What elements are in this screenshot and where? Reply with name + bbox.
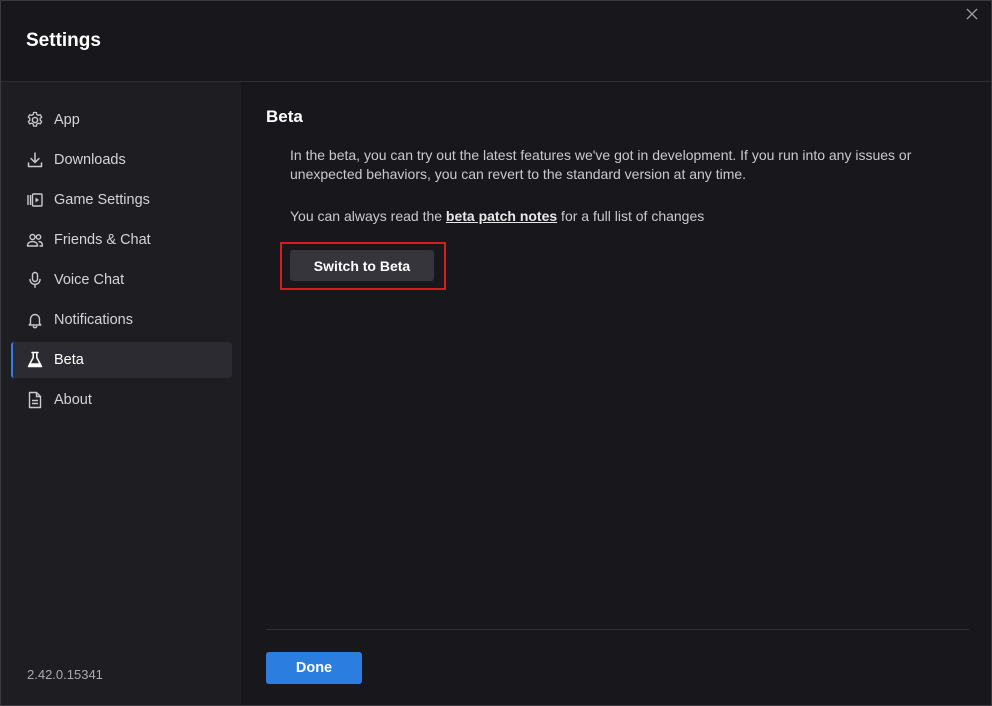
gear-icon bbox=[26, 111, 44, 129]
window-header: Settings bbox=[1, 1, 991, 82]
beta-description: In the beta, you can try out the latest … bbox=[290, 147, 912, 182]
sidebar-item-label: App bbox=[54, 112, 80, 128]
sidebar-item-app[interactable]: App bbox=[11, 102, 232, 138]
sidebar-item-label: Downloads bbox=[54, 152, 126, 168]
sidebar-item-label: Friends & Chat bbox=[54, 232, 151, 248]
download-icon bbox=[26, 151, 44, 169]
section-title: Beta bbox=[266, 107, 303, 126]
game-settings-icon bbox=[26, 191, 44, 209]
notes-suffix: for a full list of changes bbox=[557, 208, 705, 224]
window-title: Settings bbox=[26, 30, 101, 51]
beta-patch-notes-link[interactable]: beta patch notes bbox=[446, 208, 557, 224]
sidebar-item-downloads[interactable]: Downloads bbox=[11, 142, 232, 178]
version-label: 2.42.0.15341 bbox=[27, 667, 103, 682]
done-button[interactable]: Done bbox=[266, 652, 362, 684]
bell-icon bbox=[26, 311, 44, 329]
settings-window: Settings App Downloads Game Settings Fri… bbox=[0, 0, 992, 706]
main-content: Beta In the beta, you can try out the la… bbox=[241, 82, 991, 705]
sidebar-item-friends-chat[interactable]: Friends & Chat bbox=[11, 222, 232, 258]
sidebar-item-label: Game Settings bbox=[54, 192, 150, 208]
sidebar-item-label: About bbox=[54, 392, 92, 408]
close-icon bbox=[966, 8, 978, 20]
sidebar-item-label: Voice Chat bbox=[54, 272, 125, 288]
flask-icon bbox=[26, 351, 44, 369]
sidebar-item-game-settings[interactable]: Game Settings bbox=[11, 182, 232, 218]
sidebar-item-label: Beta bbox=[54, 352, 84, 368]
sidebar-item-beta[interactable]: Beta bbox=[11, 342, 232, 378]
friends-icon bbox=[26, 231, 44, 249]
sidebar-item-notifications[interactable]: Notifications bbox=[11, 302, 232, 338]
microphone-icon bbox=[26, 271, 44, 289]
beta-notes-text: You can always read the beta patch notes… bbox=[290, 208, 704, 224]
sidebar-item-label: Notifications bbox=[54, 312, 133, 328]
sidebar-item-voice-chat[interactable]: Voice Chat bbox=[11, 262, 232, 298]
switch-to-beta-button[interactable]: Switch to Beta bbox=[290, 250, 434, 281]
notes-prefix: You can always read the bbox=[290, 208, 446, 224]
sidebar-item-about[interactable]: About bbox=[11, 382, 232, 418]
sidebar: App Downloads Game Settings Friends & Ch… bbox=[1, 82, 241, 705]
footer-divider bbox=[266, 629, 969, 630]
close-button[interactable] bbox=[961, 3, 983, 25]
document-icon bbox=[26, 391, 44, 409]
